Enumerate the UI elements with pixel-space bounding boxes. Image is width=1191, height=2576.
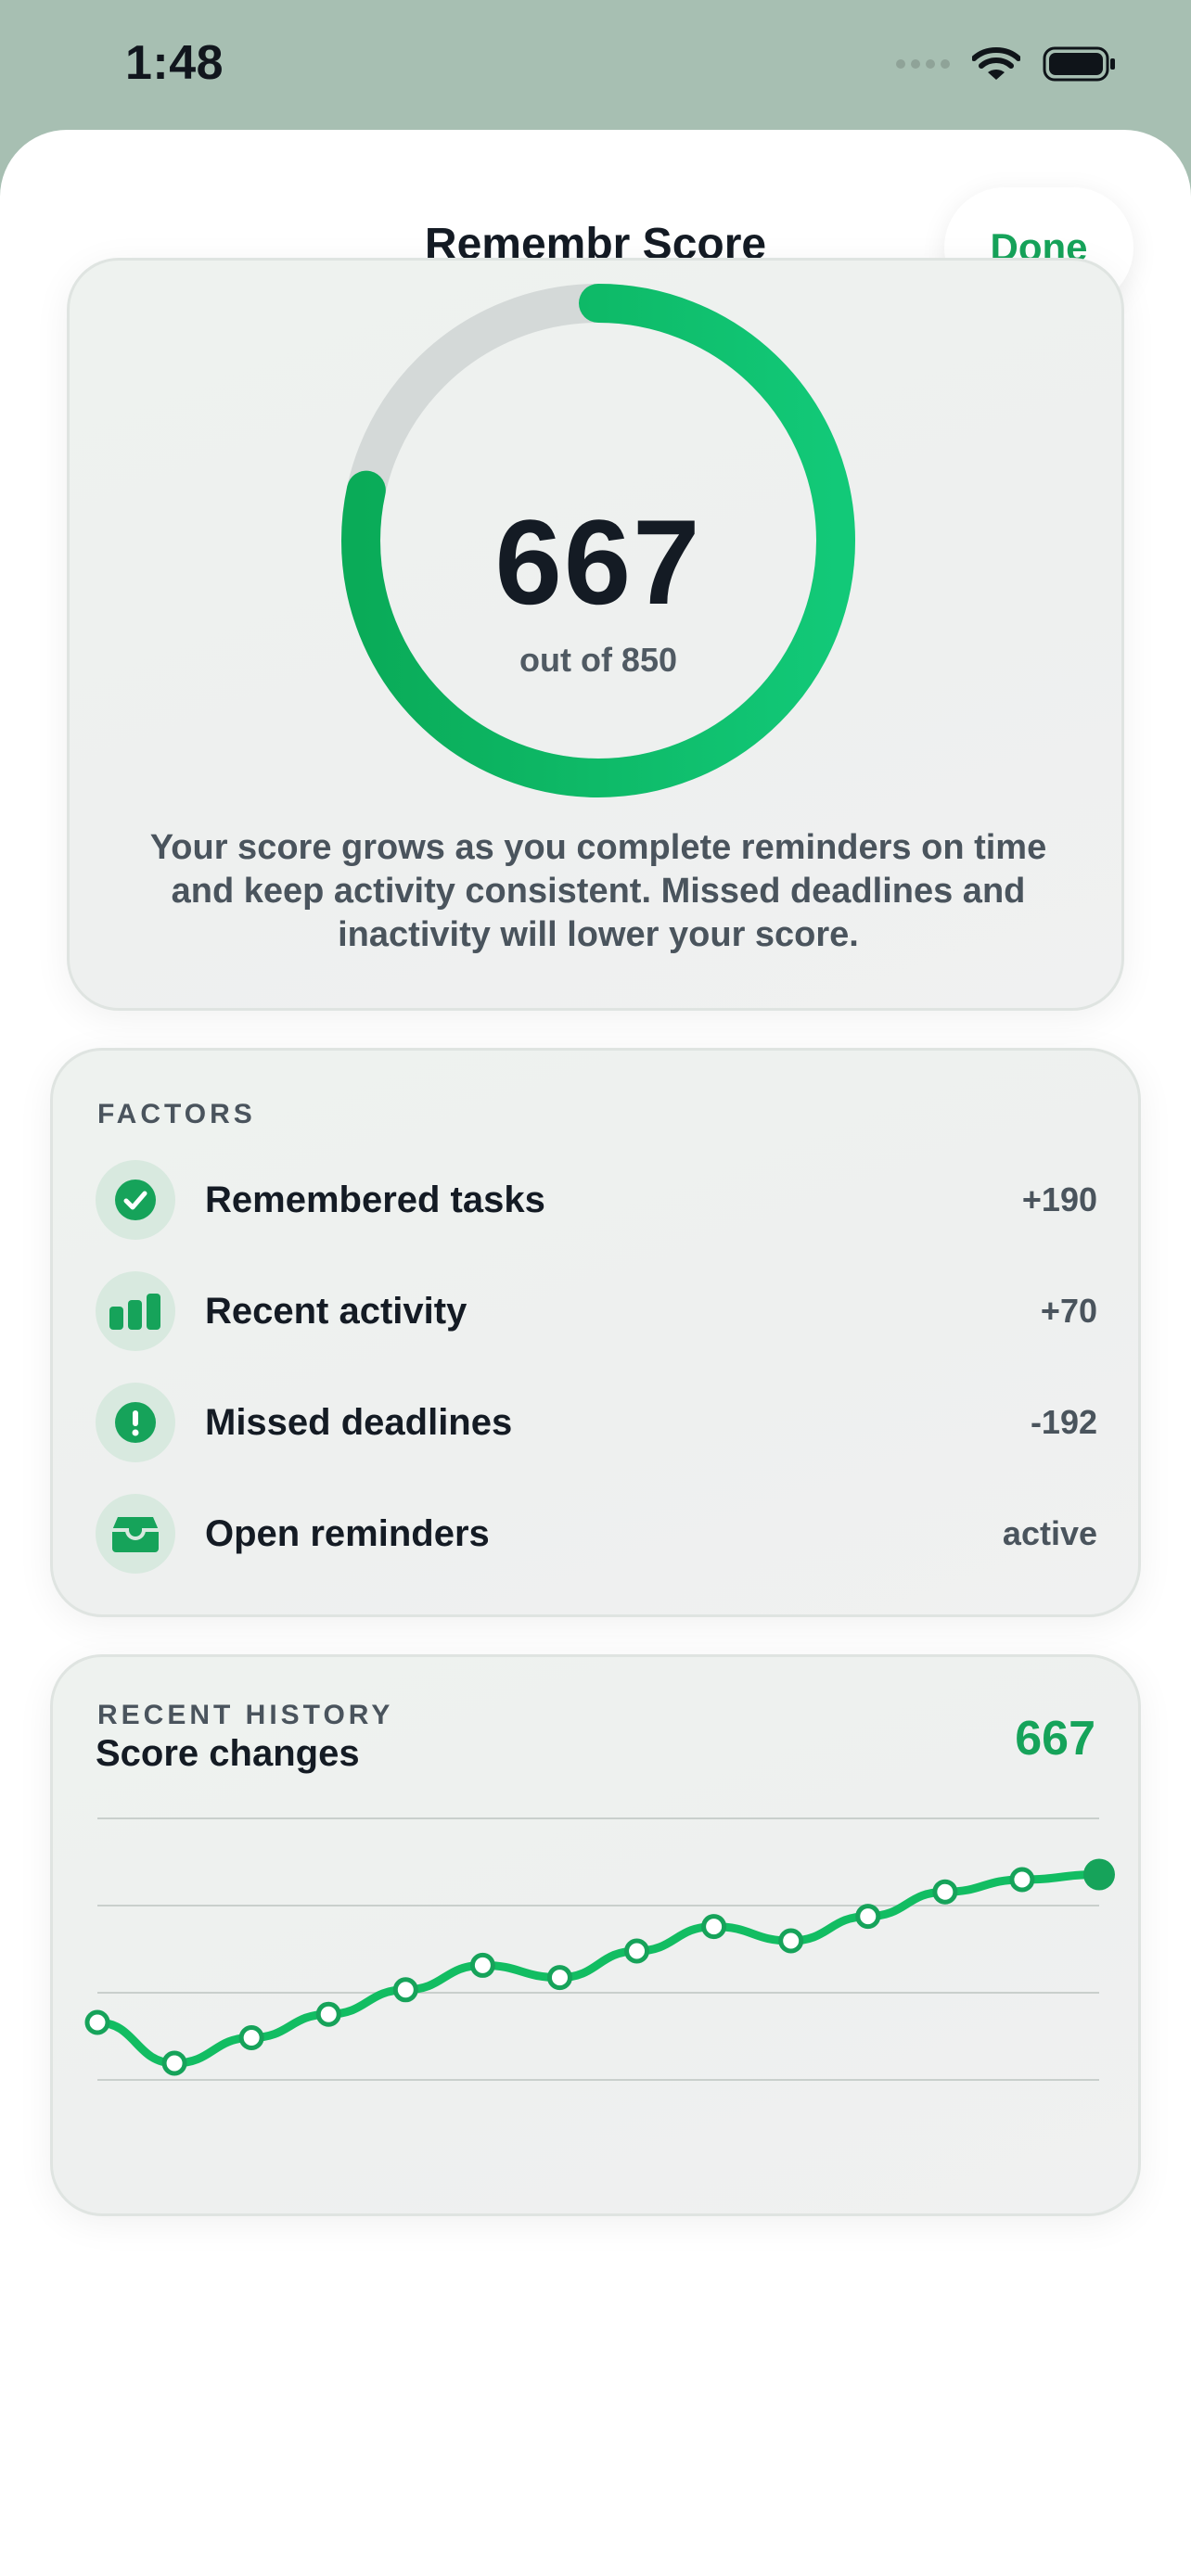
factor-label: Remembered tasks	[205, 1179, 545, 1220]
chart-point	[238, 2025, 264, 2050]
status-bar: 1:48	[0, 0, 1191, 130]
factor-value: active	[1002, 1514, 1097, 1552]
chart-point	[855, 1904, 881, 1930]
chart-point	[469, 1952, 495, 1978]
factor-value: +70	[1040, 1292, 1097, 1330]
factor-row-recent-activity: Recent activity +70	[96, 1269, 1097, 1353]
status-time: 1:48	[125, 36, 224, 90]
wifi-icon	[972, 47, 1020, 80]
chart-point	[84, 2009, 110, 2035]
bar-chart-icon	[109, 1294, 160, 1330]
chart-point	[1009, 1867, 1035, 1893]
chart-point	[932, 1879, 958, 1905]
score-history-chart	[84, 1817, 1115, 2081]
score-card: 667 out of 850 Your score grows as you c…	[67, 258, 1124, 1011]
chart-point	[778, 1928, 804, 1954]
status-icons	[896, 46, 1117, 82]
factor-value: +190	[1021, 1180, 1097, 1218]
battery-icon	[1043, 46, 1115, 82]
history-card: RECENT HISTORY Score changes 667	[50, 1654, 1141, 2216]
factor-label: Recent activity	[205, 1290, 467, 1332]
signal-dots-icon	[896, 59, 950, 69]
factors-section-label: FACTORS	[97, 1099, 256, 1129]
chart-point	[546, 1965, 572, 1991]
factor-row-open-reminders: Open reminders active	[96, 1492, 1097, 1575]
chart-point	[392, 1977, 418, 2003]
factor-value: -192	[1030, 1403, 1097, 1441]
chart-current-point	[1083, 1858, 1115, 1891]
chart-point	[701, 1914, 727, 1940]
factors-card: FACTORS Remembered tasks +190 Recent act…	[50, 1048, 1141, 1617]
factor-row-remembered-tasks: Remembered tasks +190	[96, 1158, 1097, 1242]
inbox-tray-icon	[112, 1517, 159, 1552]
factor-row-missed-deadlines: Missed deadlines -192	[96, 1381, 1097, 1464]
score-out-of: out of 850	[519, 641, 677, 679]
factor-label: Missed deadlines	[205, 1401, 513, 1443]
factor-label: Open reminders	[205, 1512, 490, 1554]
score-description: Your score grows as you complete reminde…	[149, 828, 1047, 954]
chart-point	[624, 1938, 650, 1964]
checkmark-circle-icon	[115, 1180, 156, 1220]
chart-point	[161, 2050, 187, 2076]
score-value: 667	[494, 494, 702, 630]
chart-point	[315, 2001, 341, 2027]
exclamation-circle-icon	[115, 1402, 156, 1443]
